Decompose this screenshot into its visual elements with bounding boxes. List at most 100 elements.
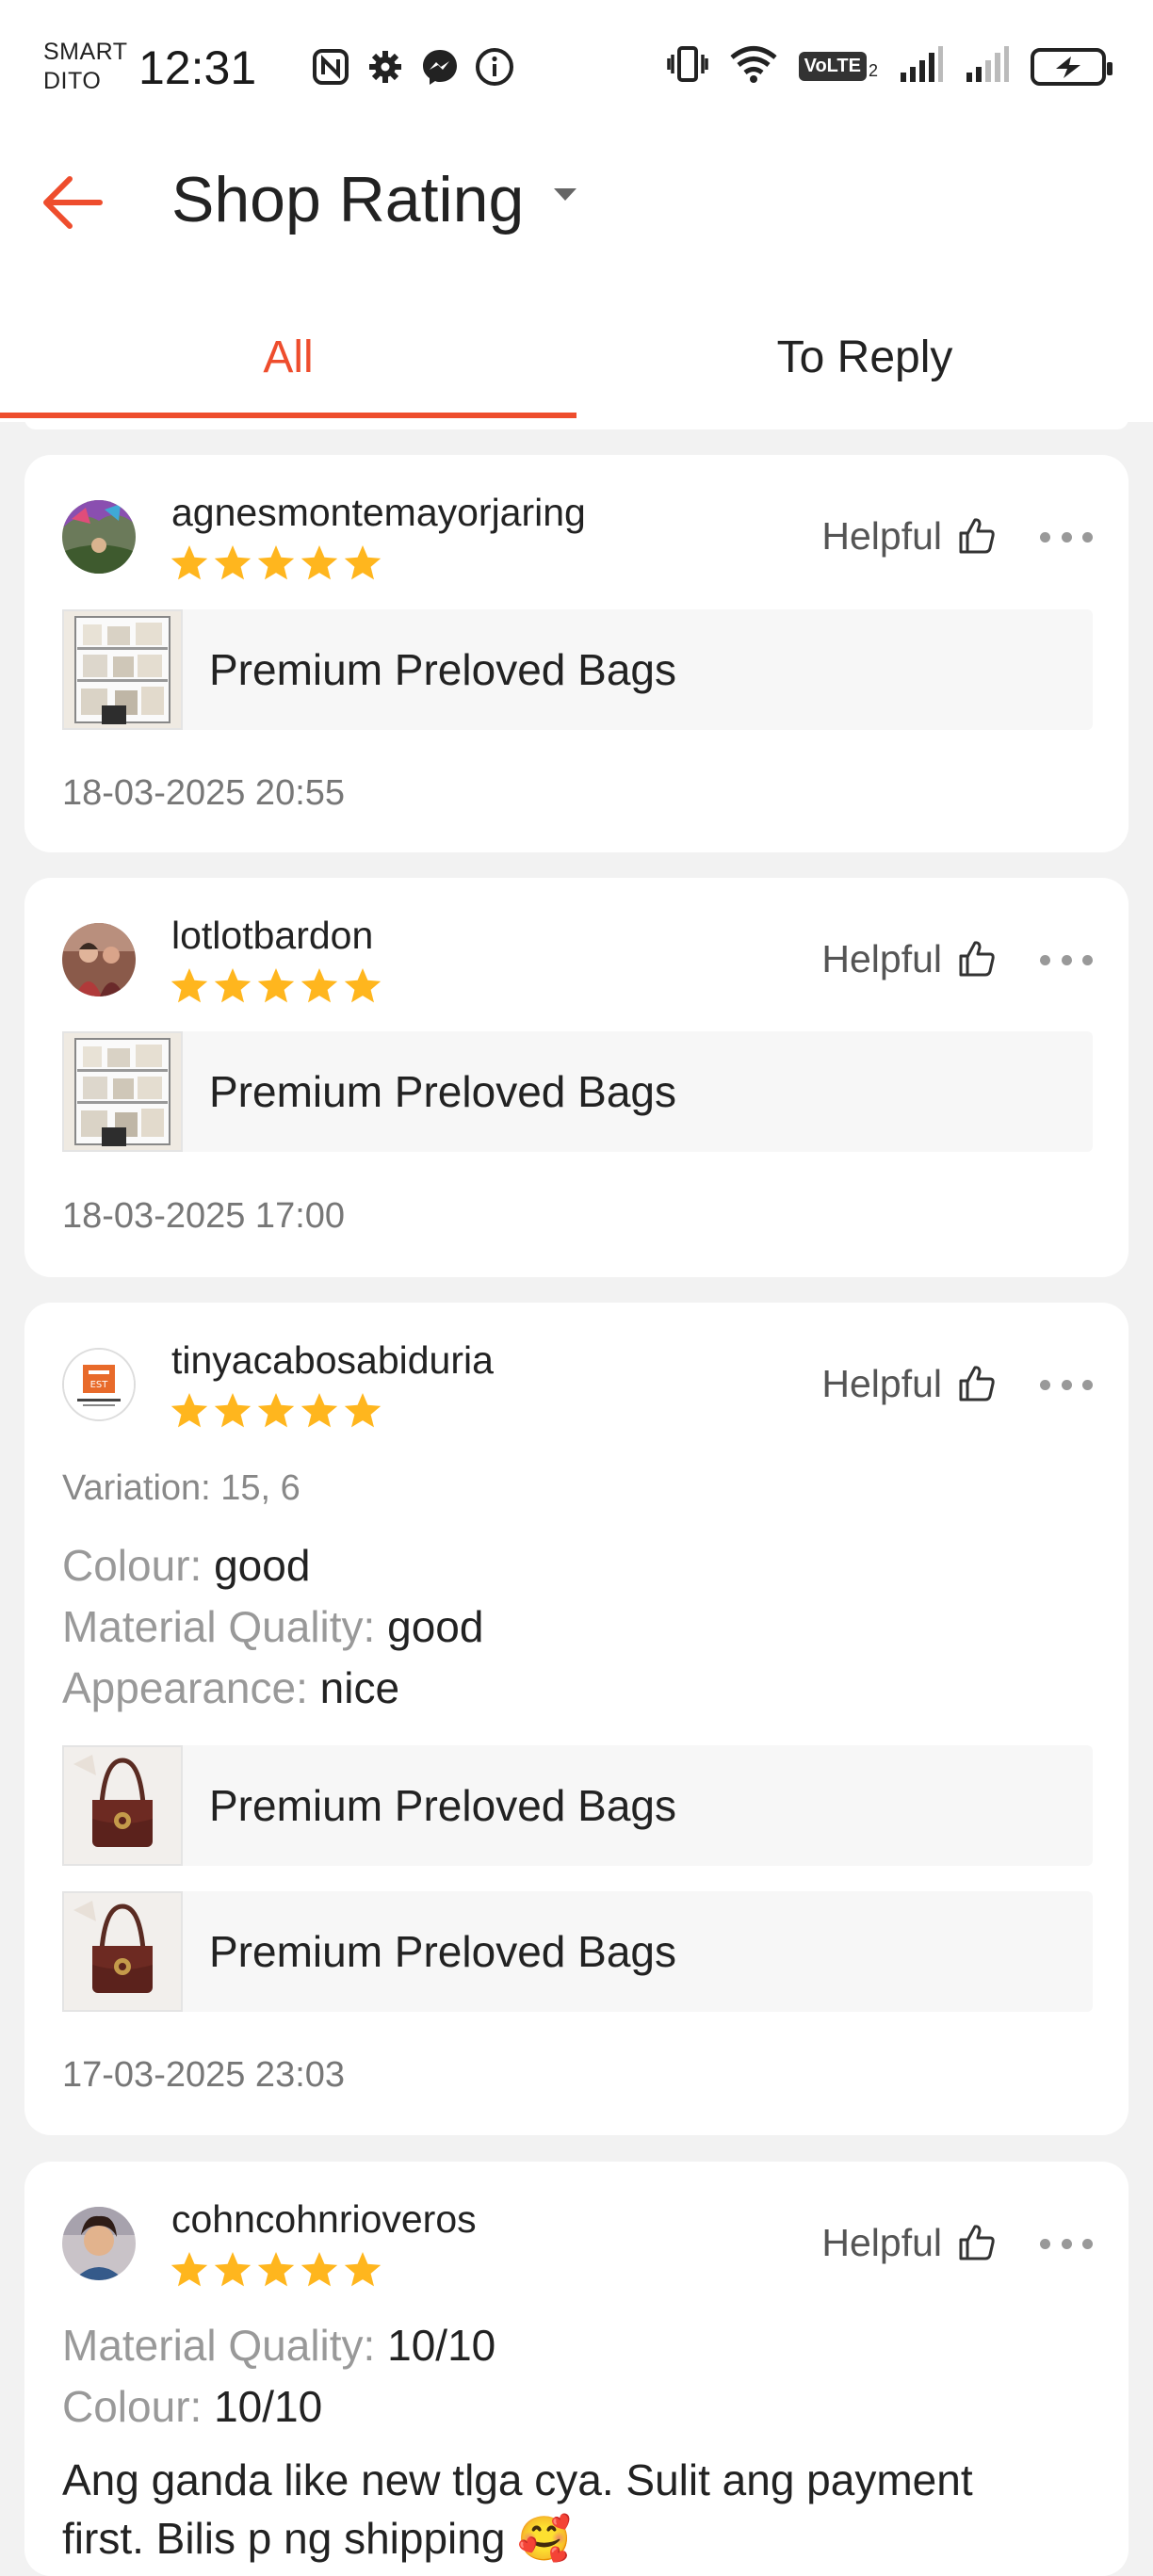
tab-bar: All To Reply [0,301,1153,418]
product-thumbnail [62,609,183,730]
svg-text:EST: EST [90,1380,109,1390]
avatar[interactable] [62,500,136,574]
star-icon [300,968,338,1003]
caret-down-icon[interactable] [554,188,576,201]
review-attribute: Appearance: nice [62,1660,399,1716]
thumbs-up-icon [959,941,995,977]
attribute-value: good [387,1602,484,1651]
star-icon [171,545,208,580]
wifi-icon [729,43,778,89]
attribute-key: Material Quality: [62,1602,376,1651]
messenger-icon [418,45,462,89]
thumbs-up-icon [959,1366,995,1401]
gear-icon [364,45,407,89]
product-item[interactable]: Premium Preloved Bags [62,1031,1093,1152]
reviewer-name: agnesmontemayorjaring [171,491,586,534]
star-icon [257,968,295,1003]
more-options-icon[interactable] [1040,527,1093,546]
carrier-label: SMART DITO [43,38,128,96]
review-attribute: Material Quality: good [62,1598,483,1655]
star-icon [171,968,208,1003]
product-name: Premium Preloved Bags [209,1927,676,1976]
carrier-line2: DITO [43,68,102,94]
star-icon [344,1393,382,1428]
star-icon [214,968,252,1003]
more-options-icon[interactable] [1040,1375,1093,1394]
star-icon [214,2252,252,2287]
star-rating [170,543,382,583]
tab-all[interactable]: All [0,301,576,418]
review-card: cohncohnrioveros Helpful Material Qualit… [24,2162,1129,2576]
review-attribute: Colour: good [62,1537,310,1594]
helpful-label: Helpful [821,937,942,980]
attribute-value: good [214,1541,311,1590]
info-icon [473,45,516,89]
star-rating [170,966,382,1006]
nfc-icon [309,45,352,89]
star-icon [171,2252,208,2287]
star-rating [170,1391,382,1431]
reviewer-name: tinyacabosabiduria [171,1338,494,1382]
more-options-icon[interactable] [1040,950,1093,969]
star-icon [344,545,382,580]
star-icon [300,2252,338,2287]
star-icon [300,545,338,580]
attribute-key: Colour: [62,2382,203,2431]
product-item[interactable]: Premium Preloved Bags [62,609,1093,730]
product-thumbnail [62,1031,183,1152]
review-attribute: Material Quality: 10/10 [62,2317,495,2373]
previous-card-edge [24,418,1129,429]
avatar[interactable] [62,923,136,996]
reviewer-name: lotlotbardon [171,914,374,957]
star-icon [257,1393,295,1428]
star-icon [344,968,382,1003]
helpful-button[interactable]: Helpful [821,935,997,982]
review-attribute: Colour: 10/10 [62,2378,322,2435]
more-options-icon[interactable] [1040,2234,1093,2253]
product-item[interactable]: Premium Preloved Bags [62,1891,1093,2012]
star-icon [300,1393,338,1428]
helpful-button[interactable]: Helpful [821,2219,997,2266]
comment-line: Ang ganda like new tlga cya. Sulit ang p… [62,2455,973,2504]
star-icon [344,2252,382,2287]
tab-to-reply[interactable]: To Reply [576,301,1153,418]
product-item[interactable]: Premium Preloved Bags [62,1745,1093,1866]
signal-icon [899,44,944,89]
attribute-key: Colour: [62,1541,203,1590]
product-thumbnail [62,1891,183,2012]
thumbs-up-icon [959,518,995,554]
review-comment: Ang ganda like new tlga cya. Sulit ang p… [62,2451,1098,2568]
status-bar: SMART DITO 12:31 VoLTE 2 [0,0,1153,137]
review-date: 17-03-2025 23:03 [62,2055,346,2095]
helpful-label: Helpful [821,2221,942,2264]
attribute-key: Appearance: [62,1663,308,1712]
arrow-left-icon[interactable] [38,165,113,240]
page-header: Shop Rating [0,137,1153,259]
product-name: Premium Preloved Bags [209,645,676,694]
carrier-line1: SMART [43,39,128,65]
helpful-button[interactable]: Helpful [821,512,997,559]
review-card: agnesmontemayorjaring Helpful Premium Pr… [24,455,1129,852]
star-icon [257,545,295,580]
page-title[interactable]: Shop Rating [171,157,524,242]
attribute-value: nice [319,1663,400,1712]
star-icon [214,545,252,580]
helpful-label: Helpful [821,1362,942,1405]
review-card: EST tinyacabosabiduria Helpful Variation… [24,1303,1129,2135]
battery-charging-icon [1031,47,1112,86]
clock: 12:31 [138,41,257,94]
product-name: Premium Preloved Bags [209,1067,676,1116]
attribute-value: 10/10 [214,2382,323,2431]
avatar[interactable]: EST [62,1348,136,1421]
review-date: 18-03-2025 17:00 [62,1196,346,1236]
attribute-key: Material Quality: [62,2321,376,2370]
avatar[interactable] [62,2207,136,2280]
signal-icon-2 [965,44,1010,89]
vibrate-icon [666,43,708,89]
review-card: lotlotbardon Helpful Premium Preloved Ba… [24,878,1129,1277]
star-rating [170,2250,382,2290]
helpful-button[interactable]: Helpful [821,1360,997,1407]
comment-line: first. Bilis p ng shipping 🥰 [62,2514,572,2563]
product-name: Premium Preloved Bags [209,1781,676,1830]
variation-text: Variation: 15, 6 [62,1468,300,1508]
